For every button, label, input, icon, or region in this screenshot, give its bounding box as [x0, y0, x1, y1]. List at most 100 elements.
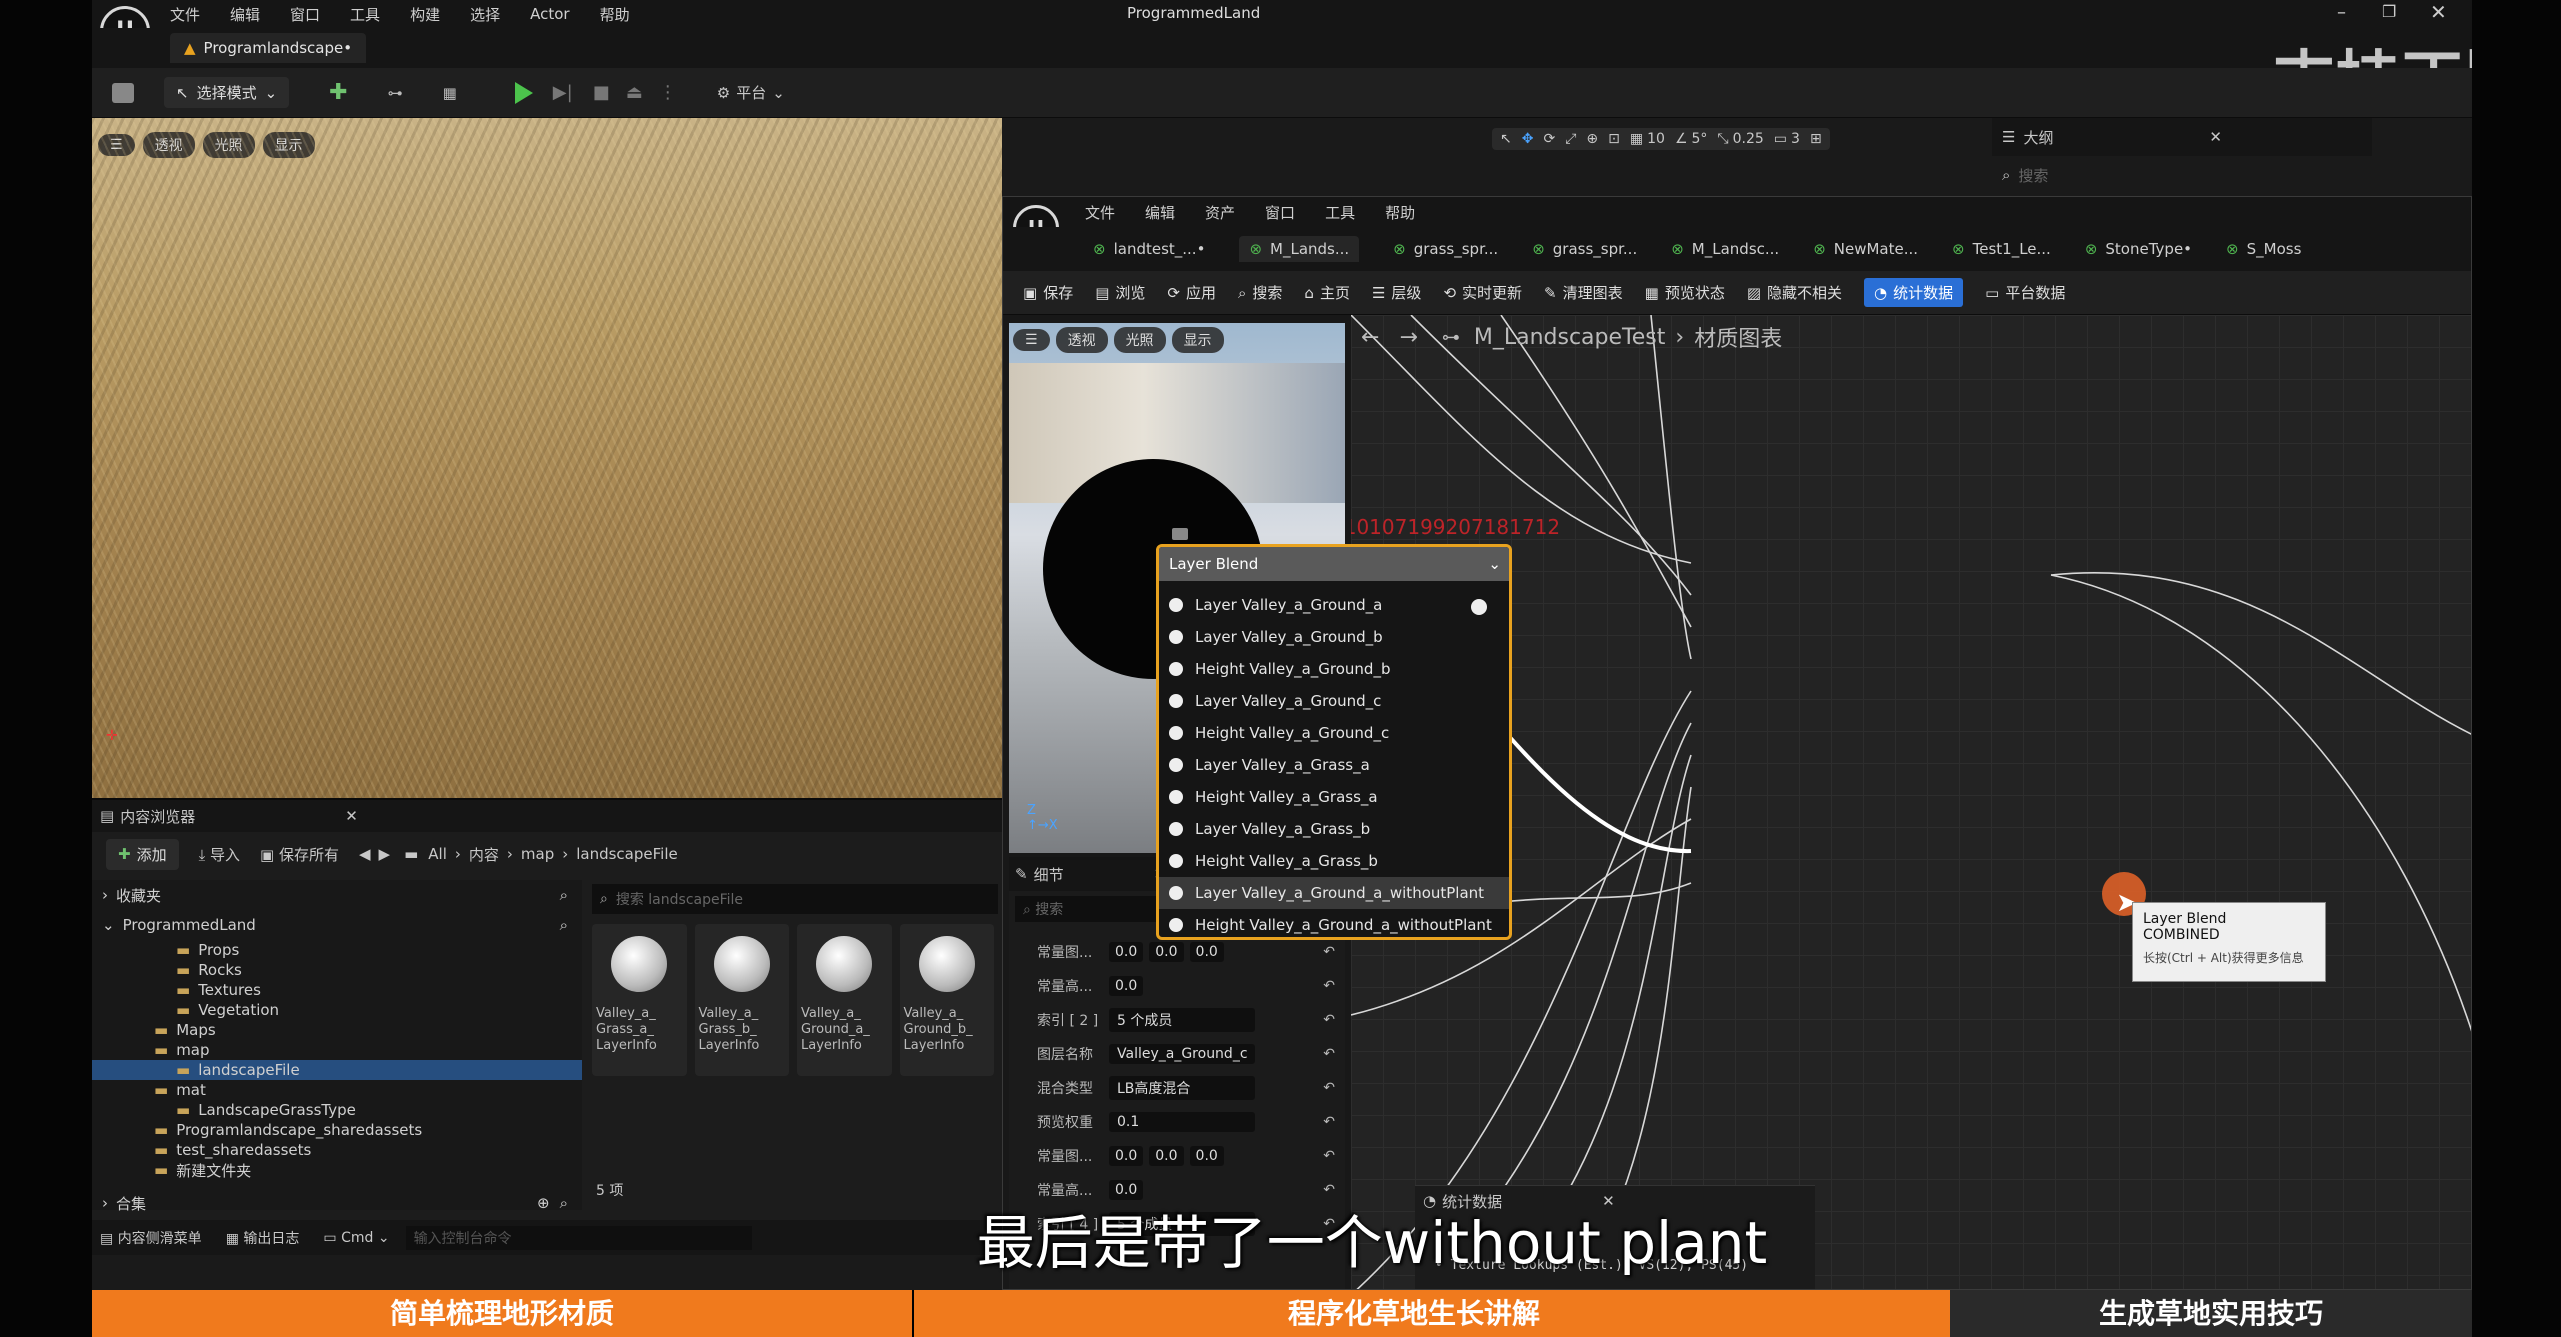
scale-snap-icon[interactable]: ⤡	[1717, 131, 1728, 147]
node-input-pin-row[interactable]: Layer Valley_a_Ground_a_withoutPlant	[1159, 877, 1509, 909]
node-input-pin-row[interactable]: Layer Valley_a_Grass_b	[1159, 813, 1509, 845]
number-field[interactable]: 0.0	[1109, 1146, 1144, 1166]
project-root[interactable]: ⌄ ProgrammedLand ⌕	[92, 910, 582, 940]
stop-icon[interactable]: ■	[593, 82, 610, 103]
import-button[interactable]: ⤓ 导入	[199, 844, 240, 865]
console-input[interactable]: 输入控制台命令	[405, 1225, 752, 1250]
grid-snap-value[interactable]: 10	[1647, 131, 1665, 147]
input-pin[interactable]	[1169, 662, 1183, 676]
chapter-1[interactable]: 简单梳理地形材质	[92, 1290, 912, 1337]
menu-item[interactable]: Actor	[530, 5, 569, 23]
path-all[interactable]: All	[428, 845, 447, 863]
menu-item[interactable]: 帮助	[600, 4, 630, 25]
number-field[interactable]: 0.0	[1109, 976, 1144, 996]
save-icon[interactable]	[112, 82, 134, 103]
outliner-search-input[interactable]: 搜索	[2018, 165, 2048, 186]
input-pin[interactable]	[1169, 886, 1183, 900]
reset-icon[interactable]: ↶	[1323, 1148, 1335, 1164]
reset-icon[interactable]: ↶	[1323, 978, 1335, 994]
close-icon[interactable]: ✕	[2430, 0, 2447, 24]
menu-item[interactable]: 文件	[170, 4, 200, 25]
material-tab[interactable]: ⊗ S_Moss	[2226, 240, 2301, 258]
cmd-dropdown[interactable]: ▭ Cmd ⌄	[323, 1230, 389, 1246]
close-icon[interactable]: ✕	[345, 807, 358, 825]
material-menu-item[interactable]: 工具	[1325, 202, 1355, 223]
menu-item[interactable]: 构建	[410, 4, 440, 25]
material-menu-item[interactable]: 帮助	[1385, 202, 1415, 223]
property-field[interactable]: 5 个成员	[1109, 1008, 1255, 1032]
path-landscapefile[interactable]: landscapeFile	[576, 845, 678, 863]
play-icon[interactable]	[514, 81, 533, 104]
number-field[interactable]: 0.0	[1189, 942, 1224, 962]
node-input-pin-row[interactable]: Layer Valley_a_Ground_b	[1159, 621, 1509, 653]
tab-project-level[interactable]: ▲ Programlandscape•	[170, 33, 367, 63]
chapter-2[interactable]: 程序化草地生长讲解	[914, 1290, 1914, 1337]
material-tab[interactable]: ⊗ StoneType•	[2085, 240, 2192, 258]
input-pin[interactable]	[1169, 726, 1183, 740]
material-graph[interactable]: ← → ⊶ M_LandscapeTest › 材质图表 刘佳玮31010719…	[1351, 315, 2471, 1289]
preview-perspective-button[interactable]: 透视	[1055, 327, 1108, 353]
material-toolbar-button[interactable]: ▣ 保存	[1023, 282, 1073, 303]
node-header[interactable]: Layer Blend ⌄	[1159, 547, 1509, 581]
material-toolbar-button[interactable]: ▨ 隐藏不相关	[1747, 282, 1842, 303]
material-toolbar-button[interactable]: ▭ 平台数据	[1985, 282, 2065, 303]
grid-snap-icon[interactable]: ▦	[1630, 131, 1643, 147]
number-field[interactable]: 0.0	[1149, 942, 1184, 962]
node-input-pin-row[interactable]: Height Valley_a_Ground_b	[1159, 653, 1509, 685]
menu-item[interactable]: 选择	[470, 4, 500, 25]
node-input-pin-row[interactable]: Height Valley_a_Ground_a_withoutPlant	[1159, 909, 1509, 941]
material-toolbar-button[interactable]: ◔ 统计数据	[1864, 278, 1964, 307]
input-pin[interactable]	[1169, 758, 1183, 772]
output-pin[interactable]	[1471, 599, 1487, 615]
chapter-3[interactable]: 生成草地实用技巧	[1950, 1290, 2472, 1337]
chevron-down-icon[interactable]: ⌄	[1488, 555, 1501, 573]
collections-section[interactable]: › 合集 ⊕ ⌕	[92, 1188, 582, 1218]
move-tool-icon[interactable]: ✥	[1522, 131, 1534, 147]
reset-icon[interactable]: ↶	[1323, 944, 1335, 960]
folder-tree-item[interactable]: ▬ Rocks	[92, 960, 582, 980]
output-log-button[interactable]: ▦ 输出日志	[226, 1228, 300, 1248]
camera-speed-icon[interactable]: ▭	[1774, 131, 1787, 147]
content-drawer-button[interactable]: ▤ 内容侧滑菜单	[100, 1228, 202, 1248]
folder-tree-item[interactable]: ▬ Props	[92, 940, 582, 960]
input-pin[interactable]	[1169, 790, 1183, 804]
reset-icon[interactable]: ↶	[1323, 1046, 1335, 1062]
blueprint-icon[interactable]: ⊶	[388, 84, 403, 102]
input-pin[interactable]	[1169, 630, 1183, 644]
eject-icon[interactable]: ⏏	[626, 82, 643, 103]
surface-snap-icon[interactable]: ⊡	[1608, 131, 1620, 147]
material-toolbar-button[interactable]: ▤ 浏览	[1095, 282, 1145, 303]
add-actor-icon[interactable]: ✚	[329, 80, 347, 105]
asset-tile[interactable]: Valley_a_ Grass_a_ LayerInfo	[592, 924, 687, 1076]
material-tab[interactable]: ⊗ grass_spr...	[1532, 240, 1637, 258]
property-field[interactable]: 0.1	[1109, 1112, 1255, 1132]
scale-snap-value[interactable]: 0.25	[1733, 131, 1764, 147]
property-field[interactable]: Valley_a_Ground_c	[1109, 1044, 1255, 1064]
menu-item[interactable]: 编辑	[230, 4, 260, 25]
number-field[interactable]: 0.0	[1109, 1180, 1144, 1200]
input-pin[interactable]	[1169, 694, 1183, 708]
number-field[interactable]: 0.0	[1189, 1146, 1224, 1166]
camera-speed-value[interactable]: 3	[1791, 131, 1800, 147]
node-input-pin-row[interactable]: Height Valley_a_Grass_a	[1159, 781, 1509, 813]
folder-tree-item[interactable]: ▬ Textures	[92, 980, 582, 1000]
property-field[interactable]: LB高度混合	[1109, 1076, 1255, 1100]
input-pin[interactable]	[1169, 822, 1183, 836]
material-tab[interactable]: ⊗ landtest_...•	[1093, 240, 1205, 258]
back-arrow-icon[interactable]: ←	[1361, 325, 1379, 350]
reset-icon[interactable]: ↶	[1323, 1012, 1335, 1028]
history-forward-icon[interactable]: ▶	[379, 845, 391, 863]
material-menu-item[interactable]: 窗口	[1265, 202, 1295, 223]
preview-show-button[interactable]: 显示	[1171, 327, 1224, 353]
material-tab[interactable]: ⊗ Test1_Le...	[1952, 240, 2051, 258]
material-menu-item[interactable]: 编辑	[1145, 202, 1175, 223]
preview-lit-button[interactable]: 光照	[1113, 327, 1166, 353]
material-tab[interactable]: ⊗ grass_spr...	[1393, 240, 1498, 258]
folder-tree-item[interactable]: ▬ LandscapeGrassType	[92, 1100, 582, 1120]
material-menu-item[interactable]: 资产	[1205, 202, 1235, 223]
material-toolbar-button[interactable]: ✎ 清理图表	[1544, 282, 1623, 303]
material-toolbar-button[interactable]: ▦ 预览状态	[1645, 282, 1725, 303]
folder-tree-item[interactable]: ▬ Programlandscape_sharedassets	[92, 1120, 582, 1140]
search-icon[interactable]: ⌕	[560, 1194, 568, 1212]
asset-tile[interactable]: Valley_a_ Ground_a_ LayerInfo	[797, 924, 892, 1076]
